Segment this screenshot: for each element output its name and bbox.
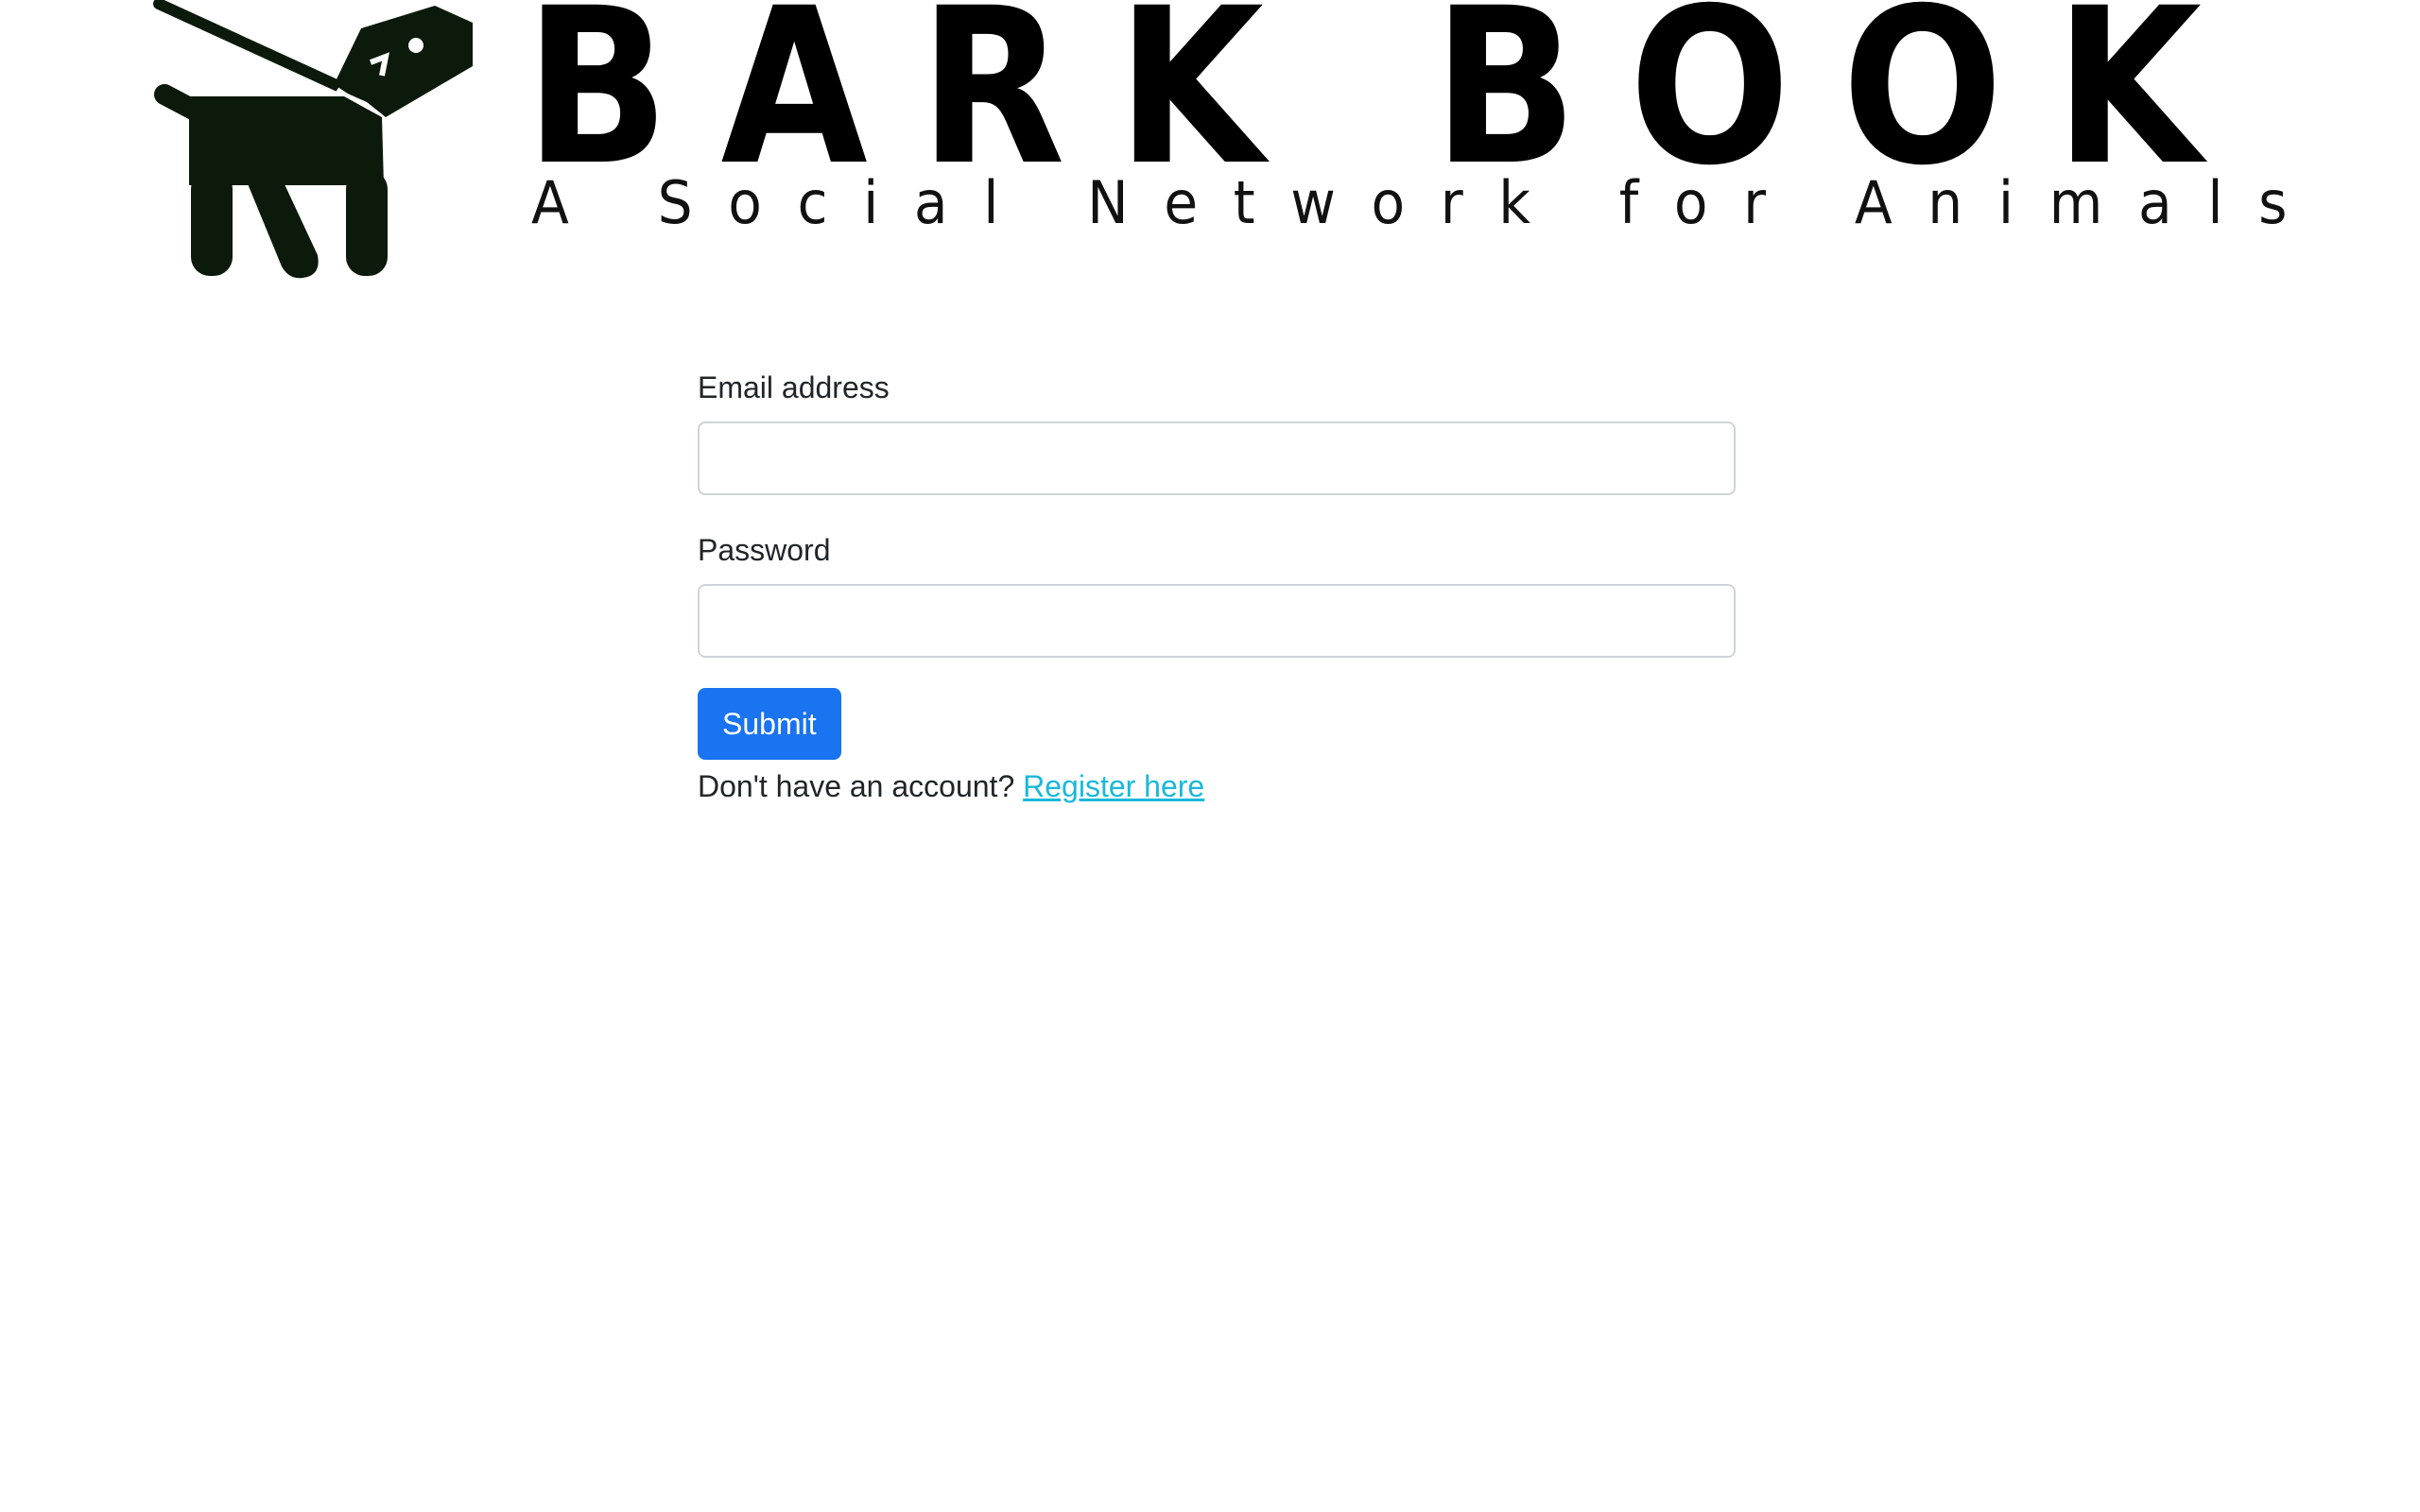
- submit-button[interactable]: Submit: [698, 688, 841, 760]
- brand-banner: BARK BOOK A Social Network for Animals: [0, 0, 2420, 284]
- password-input[interactable]: [698, 584, 1736, 658]
- password-label: Password: [698, 533, 831, 567]
- password-field-group: Password: [698, 529, 1736, 658]
- dog-on-leash-icon: [151, 0, 482, 284]
- login-form: Email address Password Submit Don't have…: [698, 367, 1736, 807]
- brand-tagline: A Social Network for Animals: [531, 168, 2324, 237]
- register-link[interactable]: Register here: [1023, 769, 1204, 803]
- email-label: Email address: [698, 370, 890, 404]
- register-prompt-line: Don't have an account? Register here: [698, 765, 1736, 807]
- brand-title: BARK BOOK: [525, 0, 2254, 213]
- register-prompt-text: Don't have an account?: [698, 769, 1015, 803]
- email-field-group: Email address: [698, 367, 1736, 495]
- login-page: BARK BOOK A Social Network for Animals E…: [0, 0, 2420, 1512]
- email-input[interactable]: [698, 421, 1736, 495]
